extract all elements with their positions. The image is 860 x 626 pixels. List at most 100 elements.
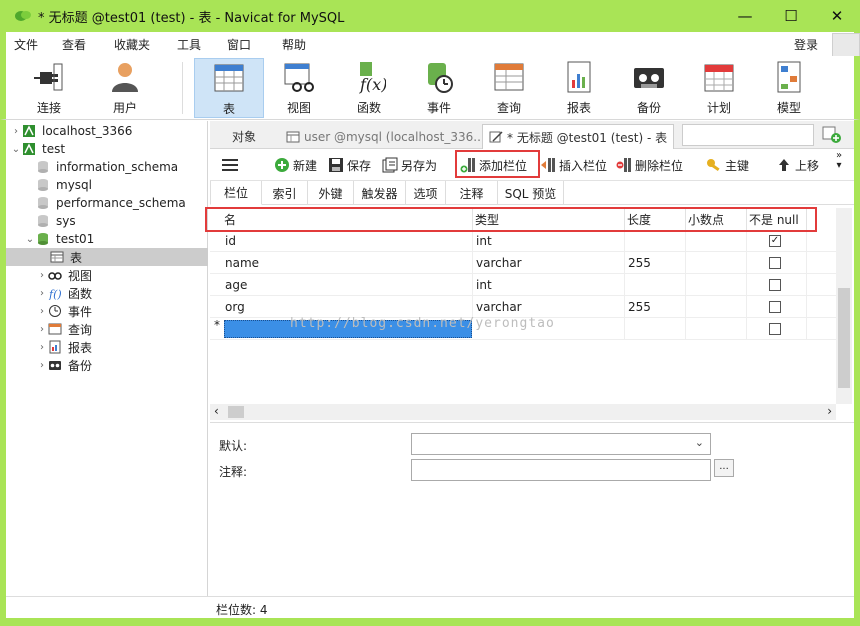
- tree-item-backups[interactable]: › 备份: [36, 356, 92, 374]
- not-null-checkbox[interactable]: [769, 323, 781, 335]
- scrollbar-thumb[interactable]: [838, 288, 850, 388]
- toolbar-model[interactable]: 模型: [754, 58, 824, 118]
- add-object-icon[interactable]: [822, 126, 842, 144]
- field-length-cell[interactable]: 255: [625, 296, 686, 318]
- not-null-checkbox[interactable]: ✓: [769, 235, 781, 247]
- delete-field-button[interactable]: 删除栏位: [616, 155, 683, 175]
- field-type-cell[interactable]: varchar: [473, 296, 625, 318]
- field-length-cell[interactable]: [625, 274, 686, 296]
- chevron-right-icon[interactable]: ›: [36, 324, 48, 335]
- field-name-cell[interactable]: org: [222, 296, 473, 318]
- hamburger-menu-icon[interactable]: [222, 155, 238, 175]
- fields-grid[interactable]: 名 类型 长度 小数点 不是 null id int ✓ name varcha…: [210, 208, 836, 404]
- table-row[interactable]: age int: [210, 274, 836, 296]
- tree-item-information-schema[interactable]: information_schema: [36, 158, 178, 176]
- toolbar-table[interactable]: 表: [194, 58, 264, 118]
- save-button[interactable]: 保存: [328, 155, 371, 175]
- tree-item-functions[interactable]: › f() 函数: [36, 284, 92, 302]
- toolbar-report[interactable]: 报表: [544, 58, 614, 118]
- table-row[interactable]: name varchar 255: [210, 252, 836, 274]
- tab-sql-preview[interactable]: SQL 预览: [498, 181, 564, 205]
- not-null-cell[interactable]: [747, 274, 807, 296]
- chevron-right-icon[interactable]: ›: [36, 360, 48, 371]
- tab-indexes[interactable]: 索引: [262, 181, 308, 205]
- tree-item-queries[interactable]: › 查询: [36, 320, 92, 338]
- field-decimals-cell[interactable]: [686, 274, 747, 296]
- grid-vertical-scrollbar[interactable]: [836, 208, 852, 404]
- scroll-right-icon[interactable]: ›: [827, 404, 832, 418]
- field-type-cell[interactable]: int: [473, 274, 625, 296]
- save-as-button[interactable]: 另存为: [382, 155, 437, 175]
- field-length-cell[interactable]: [625, 318, 686, 340]
- chevron-right-icon[interactable]: ›: [36, 288, 48, 299]
- chevron-right-icon[interactable]: ›: [36, 270, 48, 281]
- menu-window[interactable]: 窗口: [227, 36, 251, 53]
- not-null-cell[interactable]: [747, 318, 807, 340]
- tree-item-reports[interactable]: › 报表: [36, 338, 92, 356]
- toolbar-function[interactable]: f(x) 函数: [334, 58, 404, 118]
- menu-file[interactable]: 文件: [14, 36, 38, 53]
- menu-tools[interactable]: 工具: [177, 36, 201, 53]
- table-row[interactable]: id int ✓: [210, 230, 836, 252]
- tab-comment[interactable]: 注释: [446, 181, 498, 205]
- tree-item-views[interactable]: › 视图: [36, 266, 92, 284]
- comment-expand-button[interactable]: ...: [714, 459, 734, 477]
- login-link[interactable]: 登录: [794, 36, 818, 53]
- tree-item-performance-schema[interactable]: performance_schema: [36, 194, 186, 212]
- maximize-icon[interactable]: ☐: [768, 0, 814, 32]
- tab-fields[interactable]: 栏位: [210, 181, 262, 205]
- tree-item-sys[interactable]: sys: [36, 212, 76, 230]
- field-type-cell[interactable]: varchar: [473, 252, 625, 274]
- menu-favorites[interactable]: 收藏夹: [114, 36, 150, 53]
- chevron-right-icon[interactable]: ›: [10, 126, 22, 137]
- field-type-cell[interactable]: int: [473, 230, 625, 252]
- toolbar-schedule[interactable]: 计划: [684, 58, 754, 118]
- not-null-checkbox[interactable]: [769, 301, 781, 313]
- not-null-checkbox[interactable]: [769, 257, 781, 269]
- toolbar-query[interactable]: 查询: [474, 58, 544, 118]
- toolbar-user[interactable]: 用户: [90, 58, 160, 118]
- chevron-down-icon[interactable]: ⌄: [695, 436, 704, 449]
- field-decimals-cell[interactable]: [686, 252, 747, 274]
- scrollbar-thumb[interactable]: [228, 406, 244, 418]
- comment-input[interactable]: [411, 459, 711, 481]
- field-decimals-cell[interactable]: [686, 230, 747, 252]
- chevron-right-icon[interactable]: ›: [36, 306, 48, 317]
- move-up-button[interactable]: 上移: [776, 155, 819, 175]
- chevron-down-icon[interactable]: ⌄: [24, 234, 36, 245]
- field-length-cell[interactable]: 255: [625, 252, 686, 274]
- not-null-cell[interactable]: ✓: [747, 230, 807, 252]
- toolbar-backup[interactable]: 备份: [614, 58, 684, 118]
- tree-item-test[interactable]: ⌄ test: [10, 140, 65, 158]
- not-null-checkbox[interactable]: [769, 279, 781, 291]
- toolbar-view[interactable]: 视图: [264, 58, 334, 118]
- tree-item-mysql[interactable]: mysql: [36, 176, 92, 194]
- menu-help[interactable]: 帮助: [282, 36, 306, 53]
- tree-item-test01[interactable]: ⌄ test01: [24, 230, 95, 248]
- tab-objects[interactable]: 对象: [226, 124, 262, 149]
- default-value-select[interactable]: ⌄: [411, 433, 711, 455]
- tree-item-tables[interactable]: 表: [6, 248, 208, 266]
- menu-view[interactable]: 查看: [62, 36, 86, 53]
- new-button[interactable]: 新建: [274, 155, 317, 175]
- field-name-cell[interactable]: age: [222, 274, 473, 296]
- not-null-cell[interactable]: [747, 252, 807, 274]
- field-length-cell[interactable]: [625, 230, 686, 252]
- insert-field-button[interactable]: 插入栏位: [540, 155, 607, 175]
- tree-item-events[interactable]: › 事件: [36, 302, 92, 320]
- tab-user-mysql[interactable]: user @mysql (localhost_336...: [280, 124, 491, 149]
- field-decimals-cell[interactable]: [686, 296, 747, 318]
- tab-triggers[interactable]: 触发器: [354, 181, 406, 205]
- tab-options[interactable]: 选项: [406, 181, 446, 205]
- toolbar-connection[interactable]: 连接: [14, 58, 84, 118]
- field-name-cell[interactable]: name: [222, 252, 473, 274]
- field-decimals-cell[interactable]: [686, 318, 747, 340]
- tree-item-localhost[interactable]: › localhost_3366: [10, 122, 132, 140]
- chevron-down-icon[interactable]: ⌄: [10, 144, 22, 155]
- primary-key-button[interactable]: 主键: [706, 155, 749, 175]
- close-icon[interactable]: ✕: [814, 0, 860, 32]
- scroll-left-icon[interactable]: ‹: [214, 404, 219, 418]
- table-row[interactable]: org varchar 255: [210, 296, 836, 318]
- toolbar-event[interactable]: 事件: [404, 58, 474, 118]
- field-name-cell[interactable]: id: [222, 230, 473, 252]
